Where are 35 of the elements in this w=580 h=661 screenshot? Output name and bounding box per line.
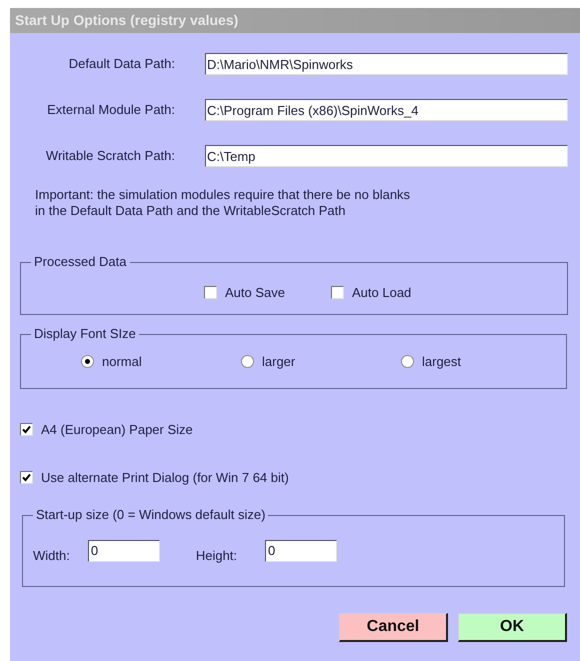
- check-icon: [22, 472, 31, 482]
- ok-button[interactable]: OK: [458, 613, 567, 642]
- path-field[interactable]: D:\Mario\NMR\Spinworks: [205, 53, 568, 75]
- checkbox-square[interactable]: [20, 423, 33, 436]
- checkbox-label: Auto Load: [352, 284, 412, 302]
- width-field[interactable]: 0: [88, 540, 160, 562]
- field-label: External Module Path:: [46, 101, 175, 120]
- note-text: in the Default Data Path and the WritableScratch Path: [35, 203, 346, 219]
- path-field[interactable]: C:\Temp: [205, 145, 568, 167]
- height-field[interactable]: 0: [265, 540, 338, 562]
- radio-label: largest: [422, 353, 462, 371]
- cancel-button[interactable]: Cancel: [339, 613, 448, 642]
- width-label: Width:: [33, 547, 70, 565]
- checkbox-square[interactable]: [20, 470, 33, 484]
- checkbox-label: Auto Save: [225, 284, 285, 302]
- check-icon: [22, 425, 31, 434]
- checkbox[interactable]: Use alternate Print Dialog (for Win 7 64 bit): [20, 468, 580, 487]
- radio-button[interactable]: [81, 355, 94, 368]
- note-text: Important: the simulation modules require that there be no blanks: [35, 187, 412, 203]
- path-field[interactable]: C:\Program Files (x86)\SpinWorks_4: [205, 99, 568, 121]
- radio-button[interactable]: [241, 355, 254, 368]
- radio-button[interactable]: [401, 355, 414, 368]
- radio-label: larger: [262, 353, 296, 371]
- checkbox-label: Use alternate Print Dialog (for Win 7 64 bit): [41, 468, 289, 487]
- checkbox[interactable]: Auto Load: [331, 283, 412, 302]
- field-label: Writable Scratch Path:: [44, 147, 175, 166]
- window-title: Start Up Options (registry values): [15, 11, 238, 30]
- checkbox-label: A4 (European) Paper Size: [41, 421, 193, 439]
- field-label: Default Data Path:: [68, 55, 175, 74]
- height-label: Height:: [196, 547, 238, 565]
- checkbox-square[interactable]: [204, 286, 217, 300]
- checkbox[interactable]: Auto Save: [204, 283, 285, 302]
- checkbox[interactable]: A4 (European) Paper Size: [20, 420, 580, 440]
- radio-label: normal: [102, 353, 142, 371]
- checkbox-square[interactable]: [331, 286, 344, 300]
